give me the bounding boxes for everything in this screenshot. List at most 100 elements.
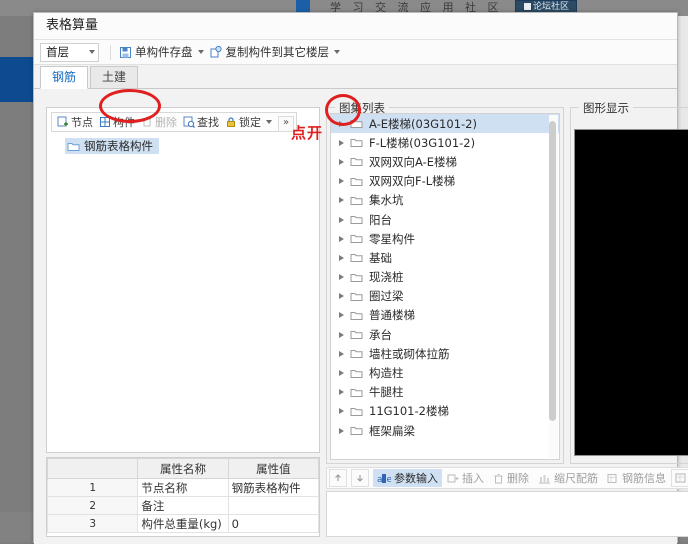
parameter-input-label: 参数输入 [394,472,438,485]
list-item[interactable]: 基础 [331,248,559,267]
floor-select[interactable]: 首层 [40,42,99,62]
list-item-label: 构造柱 [369,366,404,381]
list-item[interactable]: 构造柱 [331,363,559,382]
find-label: 查找 [197,116,219,129]
move-down-button[interactable] [351,469,369,487]
find-icon [183,116,195,128]
insert-icon [447,473,459,484]
property-value[interactable]: 钢筋表格构件 [227,478,320,497]
list-item[interactable]: 墙柱或砌体拉筋 [331,344,559,363]
list-item[interactable]: 阳台 [331,210,559,229]
chevron-right-icon[interactable] [339,408,344,415]
list-item[interactable]: 牛腿柱 [331,383,559,402]
rebar-table-button[interactable] [671,469,688,487]
rebar-edit-area[interactable] [326,491,688,537]
folder-icon [350,137,363,148]
chevron-right-icon[interactable] [339,312,344,319]
chevron-right-icon[interactable] [339,427,344,434]
graphic-display-canvas[interactable] [574,129,688,456]
delete-row-button[interactable]: 删除 [489,469,533,487]
delete-button[interactable]: 删除 [138,114,180,131]
list-item[interactable]: 普通楼梯 [331,306,559,325]
list-item-label: 基础 [369,250,392,265]
floor-select-value: 首层 [46,45,69,59]
chevron-right-icon[interactable] [339,197,344,204]
rebar-info-label: 钢筋信息 [622,472,666,485]
scale-rebar-label: 缩尺配筋 [554,472,598,485]
parameter-input-button[interactable]: ae 参数输入 [373,469,442,487]
chevron-right-icon[interactable] [339,139,344,146]
list-item[interactable]: 圈过梁 [331,287,559,306]
list-item-label: 框架扁梁 [369,423,415,438]
table-row[interactable]: 1 节点名称 钢筋表格构件 [46,478,320,497]
insert-button[interactable]: 插入 [443,469,488,487]
list-item[interactable]: 双网双向F-L楼梯 [331,172,559,191]
chevron-right-icon[interactable] [339,389,344,396]
list-item[interactable]: F-L楼梯(03G101-2) [331,133,559,152]
tab-civil[interactable]: 土建 [90,66,139,88]
lock-icon [225,116,237,128]
property-value[interactable]: 0 [227,514,320,533]
tree-node-rebar-table-component[interactable]: 钢筋表格构件 [65,138,159,154]
chevron-right-icon[interactable] [339,158,344,165]
list-item[interactable]: 承台 [331,325,559,344]
chevron-right-icon[interactable] [339,370,344,377]
list-item-label: 圈过梁 [369,289,404,304]
folder-icon [350,310,363,321]
list-item[interactable]: 11G101-2楼梯 [331,402,559,421]
folder-icon [350,252,363,263]
property-value[interactable] [227,496,320,515]
properties-panel: 属性名称 属性值 1 节点名称 钢筋表格构件 2 备注 3 构件总重量(kg) … [46,457,320,537]
table-row[interactable]: 2 备注 [46,496,320,515]
annotation-text-click-open: 点开 [291,124,324,142]
svg-text:a: a [377,475,383,484]
list-item[interactable]: 集水坑 [331,191,559,210]
row-number: 2 [46,496,139,515]
command-bar: 首层 单构件存盘 复制构件到其它楼层 [34,40,677,65]
find-button[interactable]: 查找 [180,114,222,131]
list-item[interactable]: 框架扁梁 [331,421,559,440]
chevron-right-icon[interactable] [339,235,344,242]
atlas-list-scrollbar[interactable] [549,115,558,458]
chevron-right-icon[interactable] [339,293,344,300]
rebar-info-button[interactable]: 钢筋信息 [603,469,670,487]
folder-icon [350,348,363,359]
list-item[interactable]: A-E楼梯(03G101-2) [331,114,559,134]
list-item[interactable]: 现浇桩 [331,268,559,287]
svg-text:e: e [387,475,392,484]
chevron-right-icon[interactable] [339,216,344,223]
component-tree-toolbar: 节点 构件 删除 查找 锁定 » [51,112,297,132]
component-icon [99,116,111,128]
list-item-label: 普通楼梯 [369,308,415,323]
table-row[interactable]: 3 构件总重量(kg) 0 [46,514,320,533]
toolbar-divider [110,44,111,60]
list-item-label: 现浇桩 [369,270,404,285]
component-button[interactable]: 构件 [96,114,138,131]
move-up-button[interactable] [329,469,347,487]
chevron-right-icon[interactable] [339,350,344,357]
rebar-info-icon [607,473,619,484]
row-number: 1 [46,478,139,497]
chevron-right-icon[interactable] [339,254,344,261]
window-body: 节点 构件 删除 查找 锁定 » 钢筋表格构件 属性名称 属性值 1 节点名称 … [34,89,688,544]
chevron-right-icon[interactable] [339,331,344,338]
scale-rebar-button[interactable]: 缩尺配筋 [534,469,602,487]
add-node-button[interactable]: 节点 [54,114,96,131]
tab-rebar[interactable]: 钢筋 [40,66,89,89]
atlas-list: A-E楼梯(03G101-2) F-L楼梯(03G101-2) 双网双向A-E楼梯双… [330,113,560,460]
chevron-right-icon[interactable] [339,120,344,127]
folder-icon [350,214,363,225]
property-name: 节点名称 [137,478,229,497]
lock-button[interactable]: 锁定 [222,114,275,131]
list-item[interactable]: 双网双向A-E楼梯 [331,152,559,171]
list-item[interactable]: 零星构件 [331,229,559,248]
folder-icon [350,272,363,283]
save-component-button[interactable]: 单构件存盘 [116,42,207,62]
properties-value-header: 属性值 [227,458,320,479]
chevron-right-icon[interactable] [339,178,344,185]
trash-icon [141,116,153,128]
copy-component-button[interactable]: 复制构件到其它楼层 [207,42,344,62]
chevron-down-icon [89,50,95,54]
chevron-right-icon[interactable] [339,274,344,281]
atlas-list-scroll-thumb[interactable] [549,121,556,421]
